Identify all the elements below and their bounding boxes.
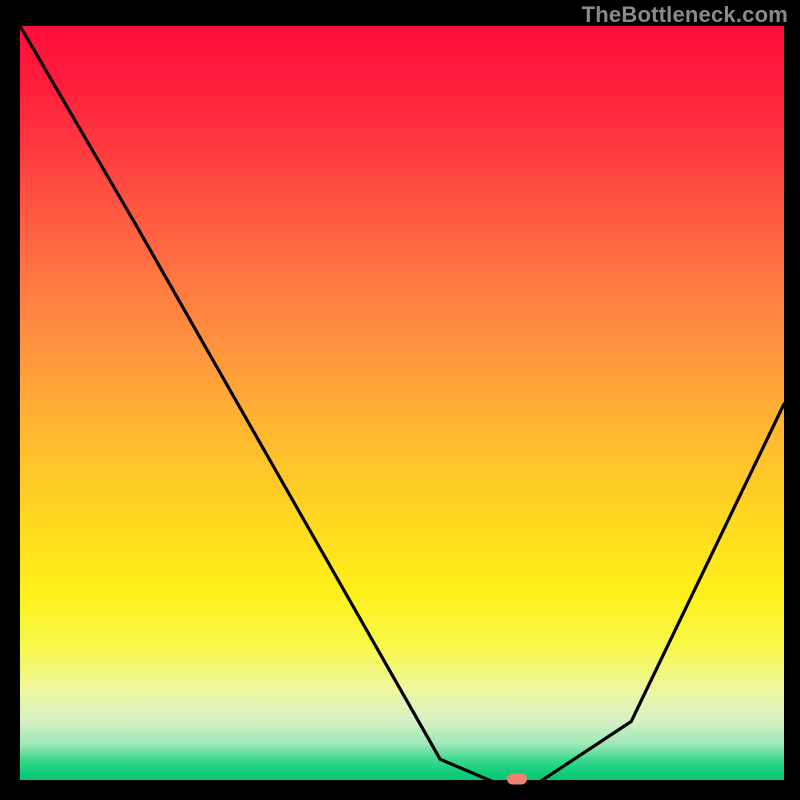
curve-svg bbox=[20, 26, 784, 782]
x-axis-line bbox=[20, 780, 784, 782]
curve-path bbox=[20, 26, 784, 782]
watermark-label: TheBottleneck.com bbox=[582, 2, 788, 28]
plot-area bbox=[20, 26, 784, 782]
minimum-marker bbox=[507, 774, 527, 785]
chart-frame: TheBottleneck.com bbox=[0, 0, 800, 800]
